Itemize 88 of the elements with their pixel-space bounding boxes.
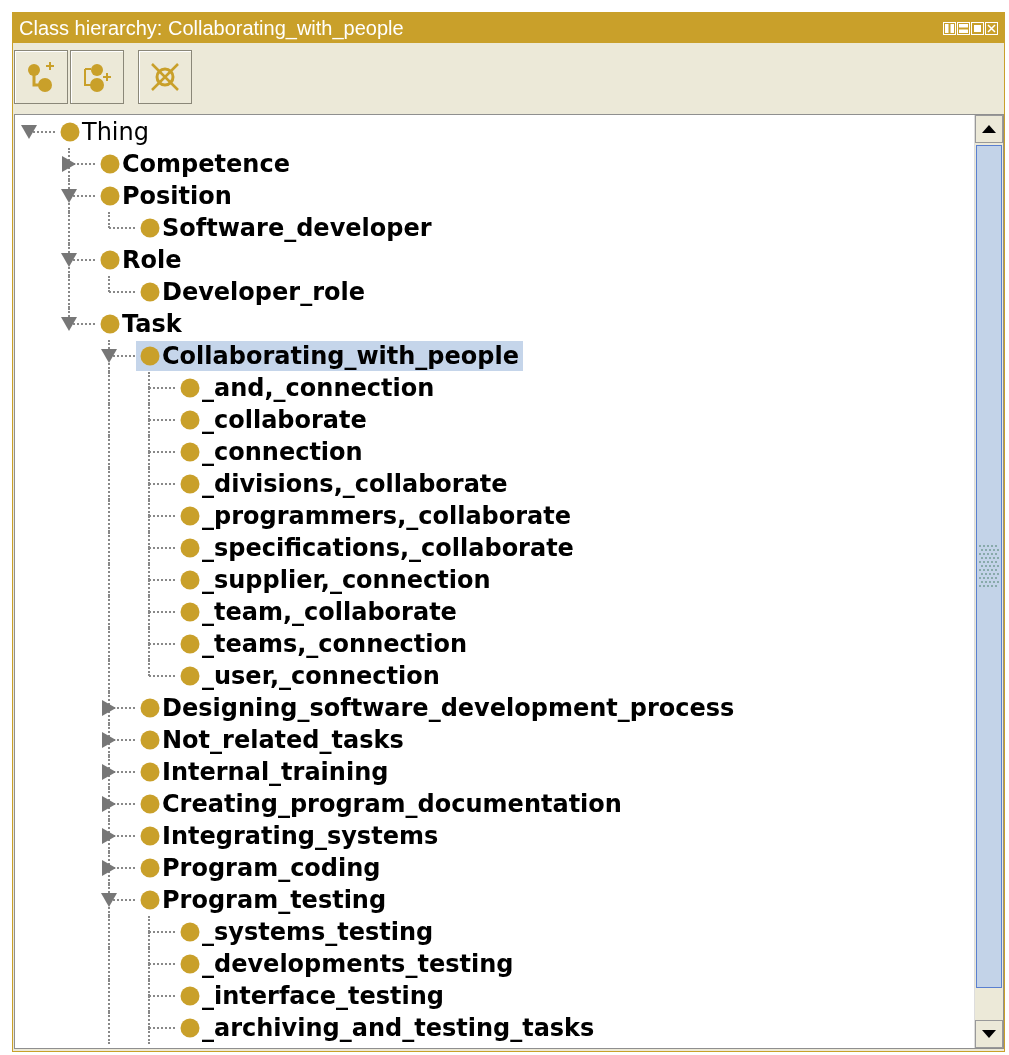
toolbar-button[interactable] — [70, 50, 124, 104]
class-circle-icon — [180, 410, 200, 430]
class-circle-icon — [140, 858, 160, 878]
class-circle-icon — [140, 282, 160, 302]
scroll-up-button[interactable] — [975, 115, 1003, 143]
class-circle-icon — [100, 154, 120, 174]
tree-item[interactable]: _specifications,_collaborate — [176, 533, 578, 563]
class-circle-icon — [140, 730, 160, 750]
collapsed-triangle-icon[interactable] — [100, 764, 118, 780]
scrollbar-thumb[interactable] — [976, 145, 1002, 988]
tree-item[interactable]: _developments_testing — [176, 949, 518, 979]
node-plus-icon — [82, 61, 112, 93]
maximize-icon[interactable] — [971, 21, 984, 35]
tree-item[interactable]: _divisions,_collaborate — [176, 469, 512, 499]
minimize-icon[interactable] — [957, 21, 970, 35]
tree-item[interactable]: _teams,_connection — [176, 629, 472, 659]
class-circle-icon — [140, 218, 160, 238]
class-circle-icon — [180, 474, 200, 494]
expanded-triangle-icon[interactable] — [60, 316, 78, 332]
tree-item[interactable]: _systems_testing — [176, 917, 438, 947]
tree-item[interactable]: Internal_training — [136, 757, 393, 787]
class-circle-icon — [180, 666, 200, 686]
class-circle-icon — [180, 634, 200, 654]
expanded-triangle-icon[interactable] — [20, 124, 38, 140]
collapsed-triangle-icon[interactable] — [100, 700, 118, 716]
class-circle-icon — [60, 122, 80, 142]
tree-item[interactable]: _interface_testing — [176, 981, 449, 1011]
class-circle-icon — [140, 794, 160, 814]
class-circle-icon — [180, 602, 200, 622]
split-view-icon[interactable] — [943, 21, 956, 35]
expanded-triangle-icon[interactable] — [60, 252, 78, 268]
class-circle-icon — [140, 346, 160, 366]
tree-item[interactable]: Competence — [96, 149, 294, 179]
grip-icon — [979, 544, 999, 589]
close-icon[interactable] — [985, 21, 998, 35]
class-circle-icon — [180, 1018, 200, 1038]
class-circle-icon — [180, 378, 200, 398]
scroll-down-button[interactable] — [975, 1020, 1003, 1048]
class-circle-icon — [100, 250, 120, 270]
up-arrow-icon — [982, 125, 996, 133]
tree-item[interactable]: _connection — [176, 437, 367, 467]
node-plus-icon — [26, 61, 56, 93]
tree-item[interactable]: Designing_software_development_process — [136, 693, 739, 723]
tree-item[interactable]: _team,_collaborate — [176, 597, 461, 627]
class-circle-icon — [100, 314, 120, 334]
tree-item[interactable]: Task — [96, 309, 186, 339]
class-circle-icon — [180, 506, 200, 526]
crossed-circle-icon — [149, 61, 181, 93]
window-title: Class hierarchy: Collaborating_with_people — [19, 16, 405, 40]
down-arrow-icon — [982, 1030, 996, 1038]
tree-item[interactable]: Developer_role — [136, 277, 369, 307]
tree-item[interactable]: _programmers,_collaborate — [176, 501, 576, 531]
collapsed-triangle-icon[interactable] — [100, 732, 118, 748]
class-circle-icon — [180, 922, 200, 942]
collapsed-triangle-icon[interactable] — [60, 156, 78, 172]
class-circle-icon — [180, 986, 200, 1006]
tree-item[interactable]: _and,_connection — [176, 373, 439, 403]
class-circle-icon — [180, 538, 200, 558]
tree-item[interactable]: _collaborate — [176, 405, 371, 435]
tree-item[interactable]: Collaborating_with_people — [136, 341, 523, 371]
collapsed-triangle-icon[interactable] — [100, 796, 118, 812]
class-circle-icon — [140, 762, 160, 782]
class-circle-icon — [140, 890, 160, 910]
tree-item[interactable]: Thing — [56, 117, 153, 147]
tree-item[interactable]: _user,_connection — [176, 661, 444, 691]
class-circle-icon — [140, 698, 160, 718]
class-circle-icon — [180, 954, 200, 974]
tree-item[interactable]: Software_developer — [136, 213, 436, 243]
expanded-triangle-icon[interactable] — [100, 892, 118, 908]
expanded-triangle-icon[interactable] — [100, 348, 118, 364]
class-circle-icon — [140, 826, 160, 846]
class-circle-icon — [100, 186, 120, 206]
tree-item[interactable]: Creating_program_documentation — [136, 789, 626, 819]
tree-item[interactable]: _archiving_and_testing_tasks — [176, 1013, 599, 1043]
tree-item[interactable]: _supplier,_connection — [176, 565, 495, 595]
collapsed-triangle-icon[interactable] — [100, 828, 118, 844]
class-circle-icon — [180, 570, 200, 590]
collapsed-triangle-icon[interactable] — [100, 860, 118, 876]
tree-item[interactable]: Program_coding — [136, 853, 385, 883]
toolbar-button[interactable] — [138, 50, 192, 104]
tree-item[interactable]: Integrating_systems — [136, 821, 443, 851]
tree-item[interactable]: Program_testing — [136, 885, 391, 915]
tree-item[interactable]: Role — [96, 245, 186, 275]
tree-item[interactable]: Not_related_tasks — [136, 725, 408, 755]
tree-item[interactable]: Position — [96, 181, 236, 211]
toolbar-button[interactable] — [14, 50, 68, 104]
class-circle-icon — [180, 442, 200, 462]
expanded-triangle-icon[interactable] — [60, 188, 78, 204]
